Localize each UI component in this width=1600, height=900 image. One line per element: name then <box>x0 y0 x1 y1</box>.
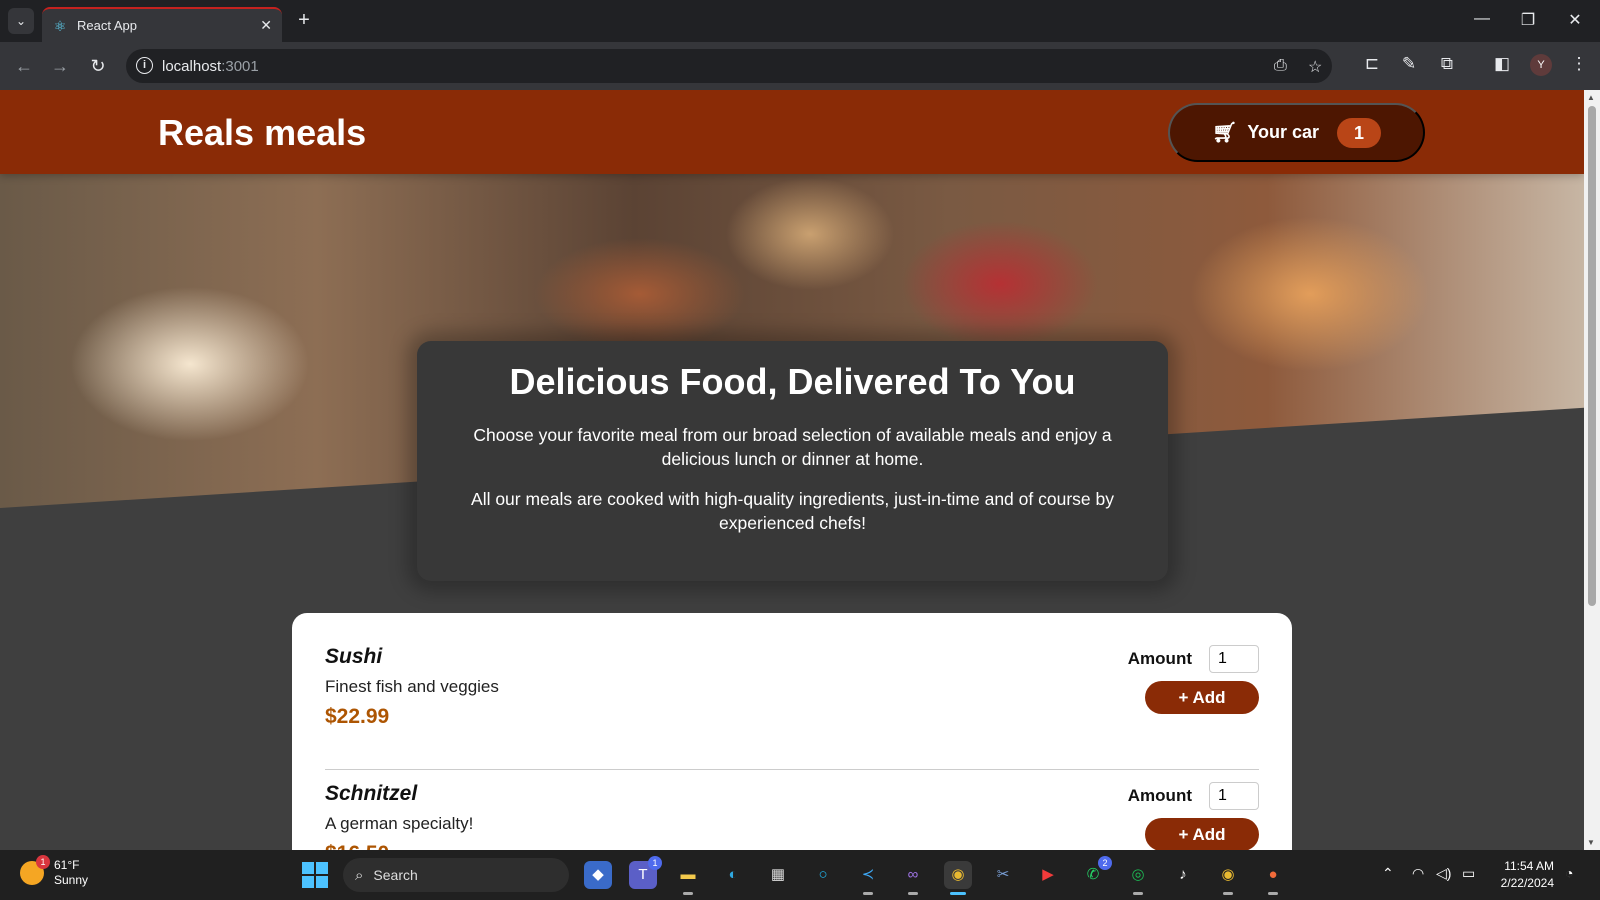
meal-name: Schnitzel <box>325 782 418 805</box>
clock-date: 2/22/2024 <box>1500 876 1554 890</box>
browser-menu-icon[interactable]: ⋮ <box>1567 54 1591 74</box>
tab-search-chevron-icon[interactable]: ⌄ <box>8 8 34 34</box>
taskbar-search-label: Search <box>373 867 418 883</box>
teams-badge: 1 <box>648 856 662 870</box>
tab-close-icon[interactable]: ✕ <box>260 17 272 34</box>
meal-description: A german specialty! <box>325 814 474 833</box>
meals-list: Sushi Finest fish and veggies $22.99 Amo… <box>292 613 1292 850</box>
vscode-icon[interactable]: ≺ <box>854 861 882 895</box>
search-icon: ⌕ <box>355 866 364 884</box>
edge-icon[interactable]: ◐ <box>719 861 747 889</box>
forward-icon[interactable]: → <box>48 54 72 78</box>
side-panel-icon[interactable]: ◧ <box>1490 54 1514 74</box>
browser-tab-bar: ⌄ ⚛ React App ✕ + — ❐ ✕ <box>0 0 1600 42</box>
visual-studio-icon[interactable]: ∞ <box>899 861 927 895</box>
clock-time: 11:54 AM <box>1504 859 1554 873</box>
summary-paragraph-2: All our meals are cooked with high-quali… <box>471 489 1114 533</box>
minimize-icon[interactable]: — <box>1470 10 1494 28</box>
copilot-icon[interactable]: ◆ <box>584 861 612 889</box>
add-to-cart-button[interactable]: + Add <box>1145 681 1259 714</box>
scroll-up-arrow-icon[interactable]: ▲ <box>1587 93 1595 102</box>
browser-tab[interactable]: ⚛ React App ✕ <box>42 7 282 42</box>
teams-icon[interactable]: T 1 <box>629 856 662 889</box>
browser-toolbar: ← → ↻ i localhost:3001 ⎙ ☆ ⊏ ✎ ⧉ ◧ Y ⋮ <box>0 42 1600 90</box>
amount-input[interactable] <box>1209 645 1259 673</box>
file-explorer-icon[interactable]: ▬ <box>674 861 702 895</box>
eyedropper-icon[interactable]: ✎ <box>1397 54 1421 74</box>
store-icon[interactable]: ▦ <box>764 861 792 889</box>
extension-icon[interactable]: ⊏ <box>1360 54 1384 74</box>
meal-item-sushi: Sushi Finest fish and veggies $22.99 Amo… <box>325 645 1259 770</box>
add-to-cart-button[interactable]: + Add <box>1145 818 1259 850</box>
notification-bell-icon[interactable]: ◔ <box>1565 865 1573 881</box>
install-app-icon[interactable]: ⎙ <box>1274 57 1287 75</box>
page-scrollbar[interactable]: ▲ ▼ <box>1584 90 1600 850</box>
weather-badge: 1 <box>36 855 50 869</box>
bookmark-star-icon[interactable]: ☆ <box>1308 57 1322 77</box>
cart-icon: 🛒︎ <box>1211 122 1238 144</box>
sun-icon: 1 <box>20 855 50 885</box>
cart-label: Your car <box>1247 122 1320 142</box>
amount-label: Amount <box>1127 649 1192 668</box>
spotify-icon[interactable]: ◎ <box>1124 861 1152 895</box>
postman-icon[interactable]: ● <box>1259 861 1287 895</box>
chrome-icon[interactable]: ◉ <box>944 861 972 895</box>
taskbar-search[interactable]: ⌕ Search <box>343 858 569 892</box>
meal-price: $22.99 <box>325 705 390 728</box>
url-port: :3001 <box>221 57 259 75</box>
address-bar[interactable]: i localhost:3001 ⎙ ☆ <box>126 49 1332 83</box>
tray-chevron-icon[interactable]: ⌃ <box>1382 865 1394 882</box>
battery-icon[interactable]: ▭ <box>1462 865 1475 882</box>
url-host: localhost <box>162 57 222 75</box>
puzzle-extensions-icon[interactable]: ⧉ <box>1435 54 1459 74</box>
chrome-profile-icon[interactable]: ◉ <box>1214 861 1242 895</box>
cart-count-badge: 1 <box>1337 117 1382 148</box>
snipping-tool-icon[interactable]: ✂ <box>989 861 1017 889</box>
back-icon[interactable]: ← <box>12 54 36 78</box>
meal-item-schnitzel: Schnitzel A german specialty! $16.50 Amo… <box>325 782 1259 850</box>
scrollbar-thumb[interactable] <box>1588 106 1596 606</box>
summary-heading: Delicious Food, Delivered To You <box>509 361 1076 402</box>
cart-button[interactable]: 🛒︎ Your car 1 <box>1168 103 1425 162</box>
profile-avatar[interactable]: Y <box>1530 54 1552 76</box>
app-title: Reals meals <box>158 112 367 153</box>
weather-widget[interactable]: 1 61°F Sunny <box>20 855 89 888</box>
app-header: Reals meals 🛒︎ Your car 1 <box>0 90 1584 174</box>
amount-control: Amount <box>1128 645 1259 673</box>
whatsapp-icon[interactable]: ✆ 2 <box>1079 856 1112 889</box>
weather-desc: Sunny <box>54 873 89 887</box>
weather-temp: 61°F <box>54 858 80 872</box>
system-clock[interactable]: 11:54 AM 2/22/2024 <box>1490 858 1554 892</box>
amount-input[interactable] <box>1209 782 1259 810</box>
react-icon: ⚛ <box>53 17 67 34</box>
summary-paragraph-1: Choose your favorite meal from our broad… <box>473 425 1112 469</box>
tiktok-icon[interactable]: ♪ <box>1169 861 1197 889</box>
meal-price: $16.50 <box>325 842 1259 850</box>
meal-description: Finest fish and veggies <box>325 677 499 696</box>
scroll-down-arrow-icon[interactable]: ▼ <box>1587 838 1595 847</box>
site-info-icon[interactable]: i <box>136 57 153 74</box>
volume-icon[interactable]: ◁) <box>1436 865 1451 882</box>
whatsapp-badge: 2 <box>1098 856 1112 870</box>
restore-icon[interactable]: ❐ <box>1516 10 1540 30</box>
cortana-icon[interactable]: ○ <box>809 861 837 889</box>
new-tab-button[interactable]: + <box>292 9 316 33</box>
wifi-icon[interactable]: ◠ <box>1412 865 1424 882</box>
close-window-icon[interactable]: ✕ <box>1563 10 1587 30</box>
meals-summary: Delicious Food, Delivered To You Choose … <box>417 341 1168 581</box>
windows-start-icon[interactable] <box>302 862 328 888</box>
media-player-icon[interactable]: ▶ <box>1034 861 1062 889</box>
reload-icon[interactable]: ↻ <box>86 54 110 78</box>
amount-label: Amount <box>1127 786 1192 805</box>
tab-title: React App <box>77 18 137 33</box>
page-viewport: Reals meals 🛒︎ Your car 1 Delicious Food… <box>0 90 1584 850</box>
windows-taskbar: 1 61°F Sunny ⌕ Search ◆ T 1 ▬ ◐ ▦ ○ ≺ ∞ … <box>0 850 1600 900</box>
amount-control: Amount <box>1128 782 1259 810</box>
meal-name: Sushi <box>325 645 383 668</box>
